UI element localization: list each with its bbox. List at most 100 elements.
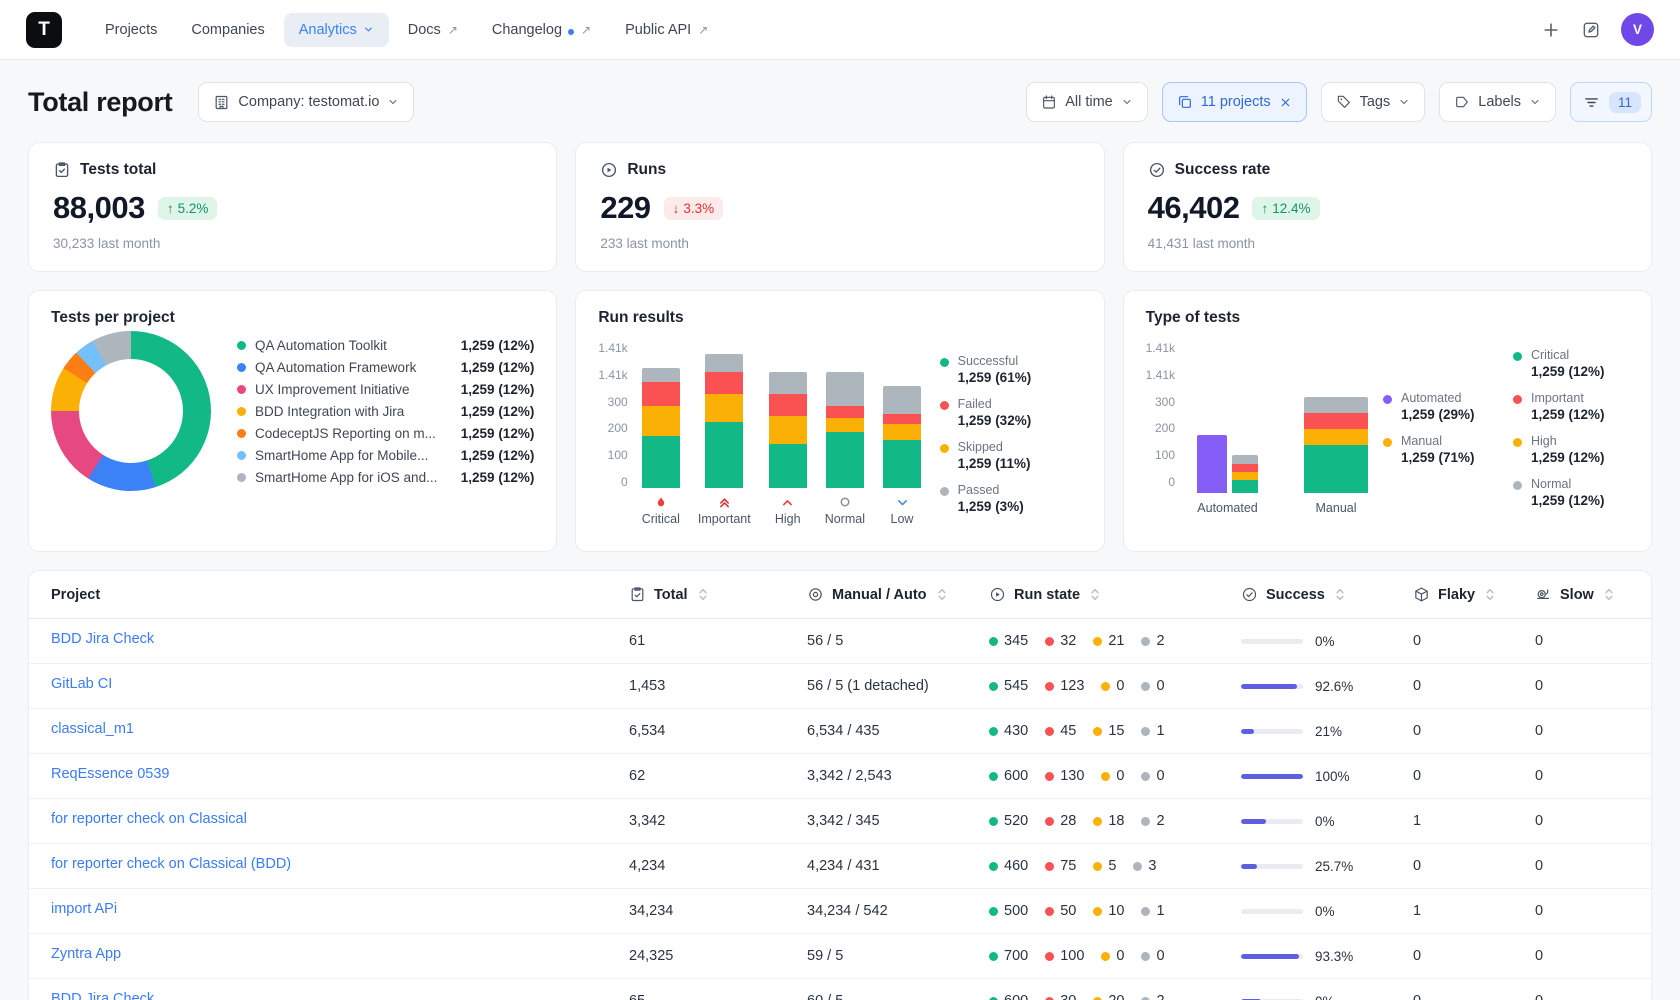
category-label: Automated: [1197, 501, 1257, 515]
success-cell: 25.7%: [1241, 859, 1413, 874]
bar-segment: [769, 444, 807, 488]
total-cell: 3,342: [629, 813, 807, 829]
table-row: for reporter check on Classical (BDD)4,2…: [29, 844, 1651, 889]
legend-value: 1,259 (12%): [461, 360, 535, 375]
axis-tick: 100: [1155, 448, 1175, 462]
status-dot: [989, 637, 998, 646]
run-state-cell: 52028182: [989, 813, 1241, 829]
filters-button[interactable]: 11: [1570, 82, 1652, 122]
external-link-icon: ↗: [581, 23, 591, 37]
legend-value: 1,259 (71%): [1401, 450, 1475, 465]
total-cell: 34,234: [629, 903, 807, 919]
status-count: 700: [1004, 948, 1028, 964]
legend-label: Automated: [1401, 391, 1475, 405]
column-manual-auto[interactable]: Manual / Auto: [807, 586, 989, 603]
table-row: GitLab CI1,45356 / 5 (1 detached)5451230…: [29, 664, 1651, 709]
project-link[interactable]: import APi: [29, 901, 117, 917]
status-count: 20: [1108, 993, 1124, 1000]
stacked-bar: [705, 354, 743, 488]
legend-value: 1,259 (32%): [958, 413, 1032, 428]
nav-companies[interactable]: Companies: [176, 13, 279, 47]
status-dot: [1093, 997, 1102, 1000]
low-icon: [896, 495, 909, 509]
close-icon[interactable]: [1279, 96, 1292, 109]
legend-label: Manual: [1401, 434, 1475, 448]
status-dot: [989, 727, 998, 736]
nav-changelog[interactable]: Changelog ↗: [477, 13, 606, 47]
status-dot: [1045, 727, 1054, 736]
run-state-pair: 0: [1101, 678, 1124, 694]
bar-segment: [1304, 429, 1368, 445]
column-flaky[interactable]: Flaky: [1413, 586, 1535, 603]
nav-docs[interactable]: Docs ↗: [393, 13, 473, 47]
table-row: for reporter check on Classical3,3423,34…: [29, 799, 1651, 844]
project-link[interactable]: for reporter check on Classical (BDD): [29, 856, 291, 872]
run-state-pair: 5: [1093, 858, 1116, 874]
filter-lines-icon: [1583, 94, 1600, 111]
feedback-icon[interactable]: [1581, 20, 1601, 40]
chevron-down-icon: [363, 24, 374, 35]
normal-icon: [839, 495, 851, 509]
bar-segment: [705, 372, 743, 394]
projects-filter-button[interactable]: 11 projects: [1162, 82, 1307, 122]
table-row: import APi34,23434,234 / 542500501010%10: [29, 889, 1651, 934]
success-percent: 0%: [1315, 634, 1335, 649]
external-link-icon: ↗: [448, 23, 458, 37]
success-cell: 93.3%: [1241, 949, 1413, 964]
project-link[interactable]: for reporter check on Classical: [29, 811, 247, 827]
column-success[interactable]: Success: [1241, 586, 1413, 603]
labels-filter-button[interactable]: Labels: [1439, 82, 1556, 122]
status-count: 15: [1108, 723, 1124, 739]
run-state-pair: 30: [1045, 993, 1076, 1000]
progress-track: [1241, 864, 1303, 869]
nav-public-api[interactable]: Public API ↗: [610, 13, 723, 47]
run-state-pair: 600: [989, 993, 1028, 1000]
company-selector[interactable]: Company: testomat.io: [198, 82, 414, 122]
trend-up-icon: ↑: [1261, 201, 1268, 216]
column-slow[interactable]: Slow: [1535, 586, 1651, 603]
tags-filter-button[interactable]: Tags: [1321, 82, 1426, 122]
type-of-tests-legend-secondary: Critical1,259 (12%)Important1,259 (12%)H…: [1513, 341, 1629, 515]
bar-column: Important: [698, 348, 751, 526]
project-link[interactable]: ReqEssence 0539: [29, 766, 170, 782]
nav-analytics[interactable]: Analytics: [284, 13, 389, 47]
nav-projects[interactable]: Projects: [90, 13, 172, 47]
flaky-cell: 1: [1413, 813, 1535, 829]
app-logo[interactable]: T: [26, 12, 62, 48]
time-filter-button[interactable]: All time: [1026, 82, 1148, 122]
success-percent: 93.3%: [1315, 949, 1353, 964]
project-cell: import APi: [29, 901, 629, 921]
status-count: 0: [1116, 768, 1124, 784]
project-link[interactable]: Zyntra App: [29, 946, 121, 962]
table-row: BDD Jira Check6156 / 5345322120%00: [29, 619, 1651, 664]
stacked-bar: [826, 372, 864, 488]
run-state-pair: 21: [1093, 633, 1124, 649]
project-link[interactable]: classical_m1: [29, 721, 134, 737]
flaky-cell: 0: [1413, 993, 1535, 1000]
avatar[interactable]: V: [1621, 13, 1654, 46]
axis-tick: 200: [1155, 421, 1175, 435]
stacked-bar: [1197, 435, 1227, 493]
stacked-bar: [769, 372, 807, 488]
column-run-state[interactable]: Run state: [989, 586, 1241, 603]
project-link[interactable]: GitLab CI: [29, 676, 112, 692]
status-count: 21: [1108, 633, 1124, 649]
legend-value: 1,259 (3%): [958, 499, 1024, 514]
project-link[interactable]: BDD Jira Check: [29, 631, 154, 647]
progress-track: [1241, 729, 1303, 734]
project-link[interactable]: BDD Jira Check: [29, 991, 154, 1000]
status-dot: [1045, 772, 1054, 781]
bar-segment: [769, 416, 807, 444]
status-count: 0: [1116, 948, 1124, 964]
project-cell: BDD Jira Check: [29, 631, 629, 651]
type-of-tests-bars: AutomatedManual: [1187, 341, 1368, 515]
plus-icon[interactable]: [1541, 20, 1561, 40]
type-of-tests-card: Type of tests 1.41k1.41k3002001000 Autom…: [1123, 290, 1652, 552]
bar-segment: [826, 372, 864, 406]
status-count: 123: [1060, 678, 1084, 694]
legend-item: CodeceptJS Reporting on m...1,259 (12%): [237, 426, 534, 441]
trend-badge: ↑5.2%: [158, 197, 218, 220]
legend-dot: [1513, 395, 1522, 404]
progress-track: [1241, 774, 1303, 779]
column-total[interactable]: Total: [629, 586, 807, 603]
